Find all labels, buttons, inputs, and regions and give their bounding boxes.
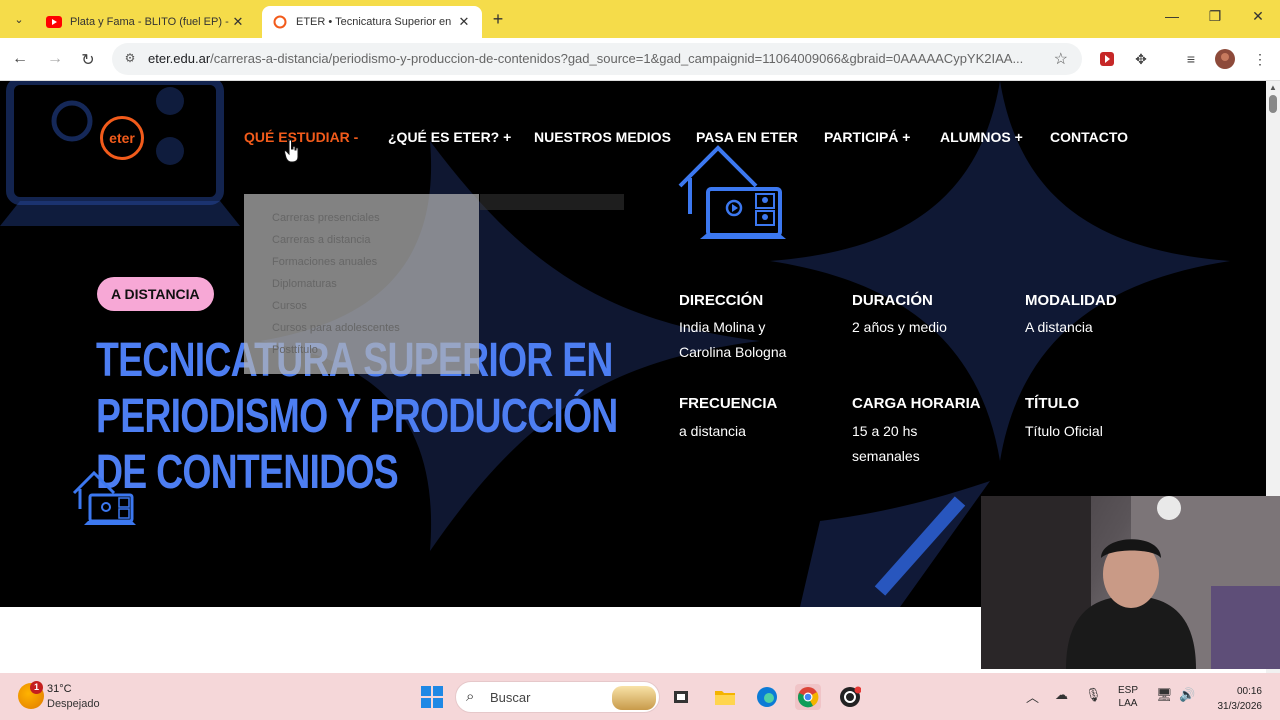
dropdown-item-cursos-adolescentes[interactable]: Cursos para adolescentes xyxy=(272,322,400,334)
small-online-study-icon xyxy=(72,470,136,525)
system-clock[interactable]: 00:16 31/3/2026 xyxy=(1200,684,1263,714)
hand-cursor-icon xyxy=(284,139,299,163)
online-study-icon xyxy=(678,145,786,239)
clock-date: 31/3/2026 xyxy=(1217,701,1263,712)
browser-toolbar: ← → ↻ ⚙ eter.edu.ar/carreras-a-distancia… xyxy=(0,38,1280,81)
info-duracion-value: 2 años y medio xyxy=(852,319,947,335)
dropdown-item-posttitulo[interactable]: Posttítulo xyxy=(272,344,318,356)
nav-alumnos[interactable]: ALUMNOS + xyxy=(940,129,1023,145)
taskbar-search[interactable]: ⌕ Buscar xyxy=(455,681,660,713)
clock-time: 00:16 xyxy=(1236,686,1262,697)
url-text[interactable]: eter.edu.ar/carreras-a-distancia/periodi… xyxy=(148,51,1038,66)
weather-temperature[interactable]: 31°C xyxy=(47,683,72,695)
cloud-sync-icon[interactable]: ☁ xyxy=(1055,687,1068,703)
dropdown-item-carreras-distancia[interactable]: Carreras a distancia xyxy=(272,234,370,246)
modality-badge: A DISTANCIA xyxy=(97,277,214,311)
edge-browser-icon[interactable] xyxy=(754,684,780,710)
address-bar[interactable]: ⚙ eter.edu.ar/carreras-a-distancia/perio… xyxy=(112,43,1082,75)
new-tab-button[interactable]: + xyxy=(488,9,508,30)
info-duracion-label: DURACIÓN xyxy=(852,292,933,309)
weather-alert-badge: 1 xyxy=(30,681,43,694)
eter-logo[interactable]: eter xyxy=(100,116,144,160)
logo-text: eter xyxy=(109,130,135,146)
dropdown-item-formaciones-anuales[interactable]: Formaciones anuales xyxy=(272,256,377,268)
dropdown-submenu-strip xyxy=(480,194,624,210)
microphone-icon[interactable]: 🎙 xyxy=(1085,687,1102,703)
search-icon: ⌕ xyxy=(466,688,475,705)
title-line-2: PERIODISMO Y PRODUCCIÓN xyxy=(96,390,618,443)
extension-red-icon[interactable] xyxy=(1097,49,1117,69)
nav-nuestros-medios[interactable]: NUESTROS MEDIOS xyxy=(534,129,671,145)
volume-icon[interactable]: 🔊 xyxy=(1179,687,1195,703)
close-tab-icon[interactable]: ✕ xyxy=(456,14,472,30)
tab-youtube[interactable]: Plata y Fama - BLITO (fuel EP) - ✕ xyxy=(36,6,256,38)
url-domain: eter.edu.ar xyxy=(148,51,211,66)
tab-eter[interactable]: ETER • Tecnicatura Superior en ✕ xyxy=(262,6,482,38)
webcam-overlay xyxy=(981,496,1280,669)
nav-contacto[interactable]: CONTACTO xyxy=(1050,129,1128,145)
info-modalidad-label: MODALIDAD xyxy=(1025,292,1117,309)
info-frecuencia-label: FRECUENCIA xyxy=(679,395,778,412)
tab-search-button[interactable]: ⌄ xyxy=(8,8,30,30)
keyboard-layout: LAA xyxy=(1118,698,1138,709)
info-carga-horaria-value: 15 a 20 hs semanales xyxy=(852,423,920,464)
info-frecuencia-value: a distancia xyxy=(679,423,746,439)
youtube-icon xyxy=(46,14,62,30)
url-path: /carreras-a-distancia/periodismo-y-produ… xyxy=(210,51,1024,66)
dropdown-item-diplomaturas[interactable]: Diplomaturas xyxy=(272,278,337,290)
weather-description[interactable]: Despejado xyxy=(47,698,100,710)
media-controls-icon[interactable]: ≡ xyxy=(1181,49,1201,69)
reload-icon[interactable]: ↻ xyxy=(78,50,98,70)
que-estudiar-dropdown: Carreras presenciales Carreras a distanc… xyxy=(244,194,479,374)
search-highlight-image xyxy=(612,686,656,710)
info-titulo-label: TÍTULO xyxy=(1025,395,1080,412)
windows-taskbar: 1 31°C Despejado ⌕ Buscar ︿ ☁ 🎙 ESP LAA … xyxy=(0,673,1280,720)
back-icon[interactable]: ← xyxy=(10,50,30,68)
tab-title: ETER • Tecnicatura Superior en xyxy=(296,16,452,28)
task-view-icon[interactable] xyxy=(668,684,694,710)
eter-icon xyxy=(272,14,288,30)
nav-que-es-eter[interactable]: ¿QUÉ ES ETER? + xyxy=(388,129,511,145)
info-modalidad-value: A distancia xyxy=(1025,319,1093,335)
profile-avatar[interactable] xyxy=(1215,49,1235,69)
nav-que-estudiar[interactable]: QUÉ ESTUDIAR - xyxy=(244,129,358,145)
forward-icon[interactable]: → xyxy=(45,50,65,68)
chrome-browser-icon[interactable] xyxy=(795,684,821,710)
menu-icon[interactable]: ⋮ xyxy=(1250,49,1270,69)
nav-pasa-en-eter[interactable]: PASA EN ETER xyxy=(696,129,798,145)
dropdown-item-carreras-presenciales[interactable]: Carreras presenciales xyxy=(272,212,380,224)
restore-icon[interactable]: ❐ xyxy=(1205,8,1225,25)
file-explorer-icon[interactable] xyxy=(712,684,738,710)
scroll-up-icon[interactable]: ▲ xyxy=(1269,83,1277,92)
info-carga-horaria-label: CARGA HORARIA xyxy=(852,395,981,412)
language-indicator[interactable]: ESP LAA xyxy=(1118,684,1138,710)
info-titulo-value: Título Oficial xyxy=(1025,423,1103,439)
minimize-icon[interactable]: — xyxy=(1162,8,1182,24)
webcam-person-image xyxy=(981,496,1280,669)
show-hidden-icons-chevron-icon[interactable]: ︿ xyxy=(1026,687,1039,706)
close-tab-icon[interactable]: ✕ xyxy=(230,14,246,30)
info-direccion-label: DIRECCIÓN xyxy=(679,292,764,309)
dropdown-item-cursos[interactable]: Cursos xyxy=(272,300,307,312)
close-window-icon[interactable]: ✕ xyxy=(1248,8,1268,25)
title-line-3: DE CONTENIDOS xyxy=(96,446,399,499)
search-placeholder: Buscar xyxy=(490,690,531,705)
tab-title: Plata y Fama - BLITO (fuel EP) - xyxy=(70,16,229,28)
scrollbar-thumb[interactable] xyxy=(1269,95,1277,113)
windows-start-icon[interactable] xyxy=(421,686,443,708)
bookmark-star-icon[interactable]: ☆ xyxy=(1054,49,1068,69)
nav-participa[interactable]: PARTICIPÁ + xyxy=(824,129,910,145)
site-info-icon[interactable]: ⚙ xyxy=(122,51,138,67)
language-code: ESP xyxy=(1118,685,1139,696)
network-icon[interactable]: 🖥 xyxy=(1156,687,1173,703)
extensions-puzzle-icon[interactable]: ✥ xyxy=(1131,49,1151,69)
obs-recorder-icon[interactable] xyxy=(837,684,863,710)
tab-strip: ⌄ Plata y Fama - BLITO (fuel EP) - ✕ ETE… xyxy=(0,0,1280,38)
info-direccion-value: India Molina y Carolina Bologna xyxy=(679,319,787,360)
